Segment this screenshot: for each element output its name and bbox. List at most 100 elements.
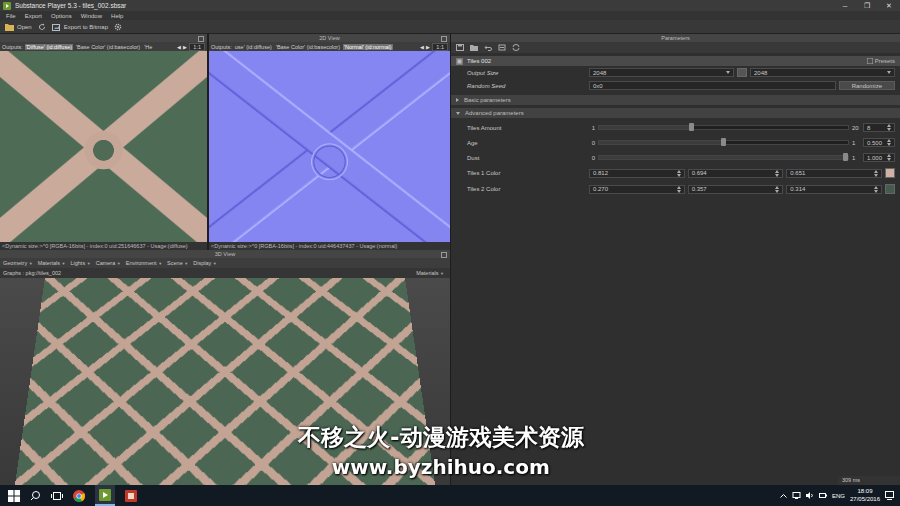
channel-field[interactable]: 0.270 — [589, 185, 685, 194]
window-title: Substance Player 5.3 - tiles_002.sbsar — [15, 2, 830, 9]
view-3d-menu[interactable]: Environment ▼ — [126, 260, 162, 266]
channel-field[interactable]: 0.694 — [688, 169, 784, 178]
presets-button[interactable]: Presets — [867, 58, 895, 64]
output-toggle[interactable]: 'Diffuse' (id:diffuse) — [25, 44, 73, 50]
3d-viewport[interactable] — [0, 278, 450, 485]
export-icon — [52, 23, 61, 31]
color-swatch[interactable] — [885, 168, 895, 178]
previous-button[interactable]: ◀ — [177, 44, 181, 50]
slider-row: Tiles Amount 1 20 8 — [451, 121, 900, 134]
menu-item[interactable]: File — [6, 13, 16, 19]
load-icon[interactable] — [470, 44, 478, 51]
network-icon[interactable] — [792, 492, 801, 499]
float-icon[interactable] — [441, 252, 447, 258]
view-3d-menu[interactable]: Scene ▼ — [167, 260, 188, 266]
texture-preview[interactable] — [209, 51, 450, 242]
reset-icon[interactable] — [498, 44, 506, 51]
zoom-dropdown[interactable]: 1:1 — [189, 43, 205, 51]
randomize-button[interactable]: Randomize — [839, 81, 895, 90]
export-bitmap-button[interactable]: Export to Bitmap — [52, 23, 108, 31]
output-toggle[interactable]: 'He — [143, 44, 153, 50]
channel-field[interactable]: 0.812 — [589, 169, 685, 178]
menu-item[interactable]: Options — [51, 13, 72, 19]
volume-icon[interactable] — [806, 492, 814, 499]
output-height-dropdown[interactable]: 2048 — [750, 68, 895, 77]
output-toggle[interactable]: 'Normal' (id:normal) — [343, 44, 393, 50]
input-language[interactable]: ENG — [832, 493, 845, 499]
channel-field[interactable]: 0.357 — [688, 185, 784, 194]
link-size-button[interactable] — [737, 68, 747, 77]
slider-row: Dust 0 1 1.000 — [451, 151, 900, 164]
channel-field[interactable]: 0.314 — [786, 185, 882, 194]
materials-dropdown[interactable]: Materials ▼ — [413, 270, 447, 276]
view-3d-menu[interactable]: Display ▼ — [193, 260, 217, 266]
float-icon[interactable] — [198, 36, 204, 42]
color-row: Tiles 2 Color 0.270 0.357 0.314 — [451, 182, 900, 196]
substance-player-icon — [99, 489, 111, 501]
parameters-panel: Parameters Tiles 002 Presets Output Size… — [451, 34, 900, 485]
parameters-toolbar — [451, 42, 900, 53]
battery-icon[interactable] — [819, 492, 827, 499]
reload-button[interactable] — [38, 23, 46, 31]
parameter-group[interactable]: Basic parameters — [451, 95, 900, 105]
app-icon — [3, 2, 11, 10]
float-icon[interactable] — [441, 36, 447, 42]
substance-player-taskbar-button[interactable] — [95, 485, 115, 506]
next-button[interactable]: ▶ — [183, 44, 187, 50]
output-width-dropdown[interactable]: 2048 — [589, 68, 734, 77]
output-toggle[interactable]: 'Base Color' (id:basecolor) — [275, 44, 341, 50]
menu-item[interactable]: Help — [111, 13, 123, 19]
menu-item[interactable]: Export — [25, 13, 42, 19]
view-3d: 3D View Geometry ▼Materials ▼Lights ▼Cam… — [0, 250, 450, 485]
task-view-icon[interactable] — [51, 491, 63, 501]
next-button[interactable]: ▶ — [426, 44, 430, 50]
app-icon[interactable] — [125, 490, 137, 502]
value-field[interactable]: 1.000 — [863, 153, 895, 162]
view-2d: 2D View Outputs: use' (id:diffuse)'Base … — [209, 34, 450, 250]
chevron-up-icon[interactable] — [780, 493, 787, 498]
output-toggle[interactable]: 'Base Color' (id:basecolor) — [75, 44, 141, 50]
texture-preview[interactable] — [0, 51, 207, 242]
parameter-group[interactable]: Advanced parameters — [451, 108, 900, 118]
toolbar: Open Export to Bitmap — [0, 20, 900, 34]
zoom-dropdown[interactable]: 1:1 — [432, 43, 448, 51]
view-3d-menu[interactable]: Materials ▼ — [38, 260, 66, 266]
random-seed-field[interactable]: 0x0 — [589, 81, 836, 90]
chrome-icon[interactable] — [73, 490, 85, 502]
parameters-title-bar: Parameters — [451, 34, 900, 42]
texture-info: <Dynamic size:>^0 [RGBA-16bits] - index:… — [209, 242, 450, 250]
menu-item[interactable]: Window — [81, 13, 102, 19]
slider-handle[interactable] — [689, 123, 694, 131]
previous-button[interactable]: ◀ — [420, 44, 424, 50]
refresh-icon[interactable] — [512, 44, 520, 51]
settings-button[interactable] — [114, 23, 122, 31]
output-toggle[interactable]: use' (id:diffuse) — [234, 44, 273, 50]
window-control-button[interactable]: ❐ — [856, 2, 878, 10]
slider-track[interactable] — [598, 125, 849, 130]
slider-track[interactable] — [598, 155, 849, 160]
view-3d-menu[interactable]: Lights ▼ — [70, 260, 90, 266]
view-3d-menu[interactable]: Geometry ▼ — [3, 260, 33, 266]
windows-start-icon[interactable] — [8, 490, 20, 502]
slider-handle[interactable] — [721, 138, 726, 146]
color-swatch[interactable] — [885, 184, 895, 194]
notifications-icon[interactable] — [885, 491, 894, 500]
channel-field[interactable]: 0.651 — [786, 169, 882, 178]
view-3d-menu[interactable]: Camera ▼ — [96, 260, 121, 266]
undo-icon[interactable] — [484, 44, 492, 51]
value-field[interactable]: 0.500 — [863, 138, 895, 147]
clock[interactable]: 18:09 27/05/2016 — [850, 488, 880, 502]
save-icon[interactable] — [456, 44, 464, 51]
menu-bar: File Export Options Window Help — [0, 11, 900, 20]
value-field[interactable]: 8 — [863, 123, 895, 132]
gear-icon — [114, 23, 122, 31]
slider-handle[interactable] — [843, 153, 848, 161]
taskbar: ENG 18:09 27/05/2016 — [0, 485, 900, 506]
open-button[interactable]: Open — [5, 23, 32, 31]
window-control-button[interactable]: ✕ — [878, 2, 900, 10]
color-row: Tiles 1 Color 0.812 0.694 0.651 — [451, 166, 900, 180]
window-control-button[interactable]: ─ — [834, 2, 856, 10]
slider-track[interactable] — [598, 140, 849, 145]
search-icon[interactable] — [30, 490, 41, 501]
watermark: 不移之火-动漫游戏美术资源 www.byzhihuo.com — [298, 422, 584, 479]
